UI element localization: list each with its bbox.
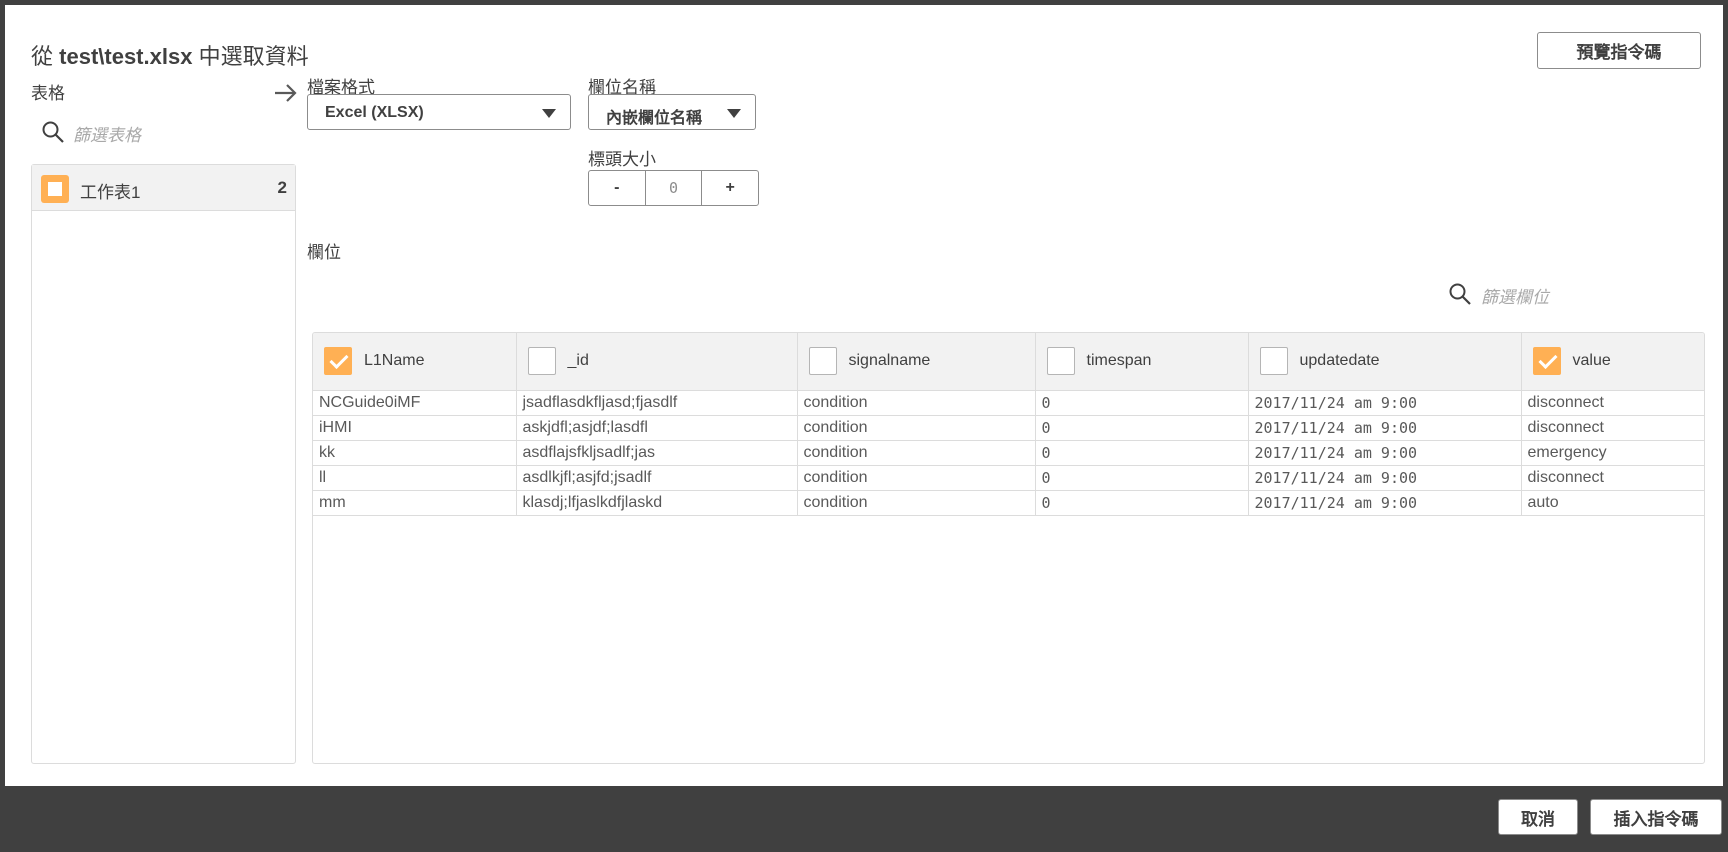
tables-label: 表格 [31, 84, 65, 103]
column-header: signalname [797, 333, 1036, 391]
header-size-stepper: - 0 + [588, 170, 759, 206]
column-header-label: value [1572, 352, 1611, 370]
table-cell: condition [797, 440, 1036, 466]
column-checkbox[interactable] [1259, 347, 1288, 376]
fields-table-panel: L1Name _id signalname timespan updatedate val… [312, 332, 1705, 764]
table-cell: iHMI [313, 415, 517, 441]
table-row: mm klasdj;lfjaslkdfjlaskd condition 0 2017/1… [313, 490, 1704, 516]
column-header-label: updatedate [1299, 352, 1380, 370]
column-checkbox[interactable] [1532, 347, 1561, 376]
column-header-label: L1Name [364, 352, 425, 370]
table-cell: asdflajsfkljsadlf;jas [516, 440, 798, 466]
table-row: kk asdflajsfkljsadlf;jas condition 0 2017/11… [313, 440, 1704, 466]
table-cell: kk [313, 440, 517, 466]
sheet-name: 工作表1 [80, 183, 141, 202]
field-names-value: 內嵌欄位名稱 [606, 110, 703, 127]
decrement-button[interactable]: - [589, 171, 645, 205]
column-checkbox[interactable] [324, 347, 352, 376]
fields-header-row: L1Name _id signalname timespan updatedate val… [313, 333, 1704, 391]
caret-down-icon [542, 109, 556, 118]
title-suffix: 中選取資料 [198, 44, 309, 69]
column-header: updatedate [1248, 333, 1522, 391]
fields-label: 欄位 [307, 243, 341, 262]
table-cell: 2017/11/24 am 9:00 [1248, 440, 1522, 466]
increment-button[interactable]: + [702, 171, 758, 205]
preview-script-button[interactable]: 預覽指令碼 [1537, 32, 1701, 69]
fields-table-body: NCGuide0iMF jsadflasdkfljasd;fjasdlf condi… [313, 390, 1704, 516]
table-cell: disconnect [1521, 465, 1704, 491]
column-header: value [1521, 333, 1704, 391]
table-cell: 0 [1035, 465, 1249, 491]
table-cell: NCGuide0iMF [313, 390, 517, 416]
table-cell: 2017/11/24 am 9:00 [1248, 415, 1522, 441]
table-cell: disconnect [1521, 415, 1704, 441]
file-format-value: Excel (XLSX) [325, 104, 424, 121]
header-size-label: 標頭大小 [588, 150, 656, 169]
sheet-checkbox[interactable] [41, 175, 69, 203]
table-row: NCGuide0iMF jsadflasdkfljasd;fjasdlf condi… [313, 390, 1704, 416]
table-cell: mm [313, 490, 517, 516]
column-header-label: _id [567, 352, 589, 370]
table-item-sheet1[interactable]: 工作表1 2 [32, 165, 295, 211]
column-header: _id [516, 333, 798, 391]
table-cell: 0 [1035, 440, 1249, 466]
table-cell: 0 [1035, 490, 1249, 516]
field-filter-input[interactable]: 篩選欄位 [1481, 283, 1549, 308]
table-cell: condition [797, 490, 1036, 516]
table-cell: asdlkjfl;asjfd;jsadlf [516, 465, 798, 491]
table-cell: condition [797, 390, 1036, 416]
table-cell: auto [1521, 490, 1704, 516]
data-selection-dialog: 從 test\test.xlsx 中選取資料 預覽指令碼 表格 篩選表格 工作表… [5, 5, 1723, 786]
file-format-select[interactable]: Excel (XLSX) [307, 94, 571, 130]
fields-table: L1Name _id signalname timespan updatedate val… [313, 333, 1704, 516]
column-checkbox[interactable] [1046, 347, 1075, 376]
sheet-count-badge: 2 [277, 178, 287, 197]
dialog-title: 從 test\test.xlsx 中選取資料 [31, 39, 309, 71]
table-row: ll asdlkjfl;asjfd;jsadlf condition 0 2017/11… [313, 465, 1704, 491]
dialog-footer: 取消 插入指令碼 [5, 786, 1723, 852]
column-header-label: signalname [848, 352, 931, 370]
title-file: test\test.xlsx [59, 44, 193, 69]
table-cell: 2017/11/24 am 9:00 [1248, 465, 1522, 491]
table-cell: askjdfl;asjdf;lasdfl [516, 415, 798, 441]
table-cell: 0 [1035, 415, 1249, 441]
table-cell: condition [797, 465, 1036, 491]
insert-script-button[interactable]: 插入指令碼 [1590, 799, 1722, 835]
column-header: L1Name [313, 333, 517, 391]
search-icon [1449, 283, 1471, 305]
table-cell: jsadflasdkfljasd;fjasdlf [516, 390, 798, 416]
header-size-input[interactable]: 0 [644, 171, 703, 205]
column-checkbox[interactable] [808, 347, 837, 376]
table-cell: 2017/11/24 am 9:00 [1248, 390, 1522, 416]
arrow-right-icon[interactable] [273, 83, 299, 103]
cancel-button[interactable]: 取消 [1498, 799, 1578, 835]
table-list: 工作表1 2 [31, 164, 296, 764]
table-cell: condition [797, 415, 1036, 441]
table-cell: disconnect [1521, 390, 1704, 416]
title-prefix: 從 [31, 44, 54, 69]
column-header-label: timespan [1086, 352, 1152, 370]
table-row: iHMI askjdfl;asjdf;lasdfl condition 0 2017/1… [313, 415, 1704, 441]
column-checkbox[interactable] [527, 347, 556, 376]
table-filter-input[interactable]: 篩選表格 [73, 121, 141, 146]
table-cell: emergency [1521, 440, 1704, 466]
table-cell: ll [313, 465, 517, 491]
table-cell: 0 [1035, 390, 1249, 416]
search-icon [42, 121, 64, 143]
field-names-select[interactable]: 內嵌欄位名稱 [588, 94, 756, 130]
table-cell: klasdj;lfjaslkdfjlaskd [516, 490, 798, 516]
table-cell: 2017/11/24 am 9:00 [1248, 490, 1522, 516]
caret-down-icon [727, 109, 741, 118]
column-header: timespan [1035, 333, 1249, 391]
